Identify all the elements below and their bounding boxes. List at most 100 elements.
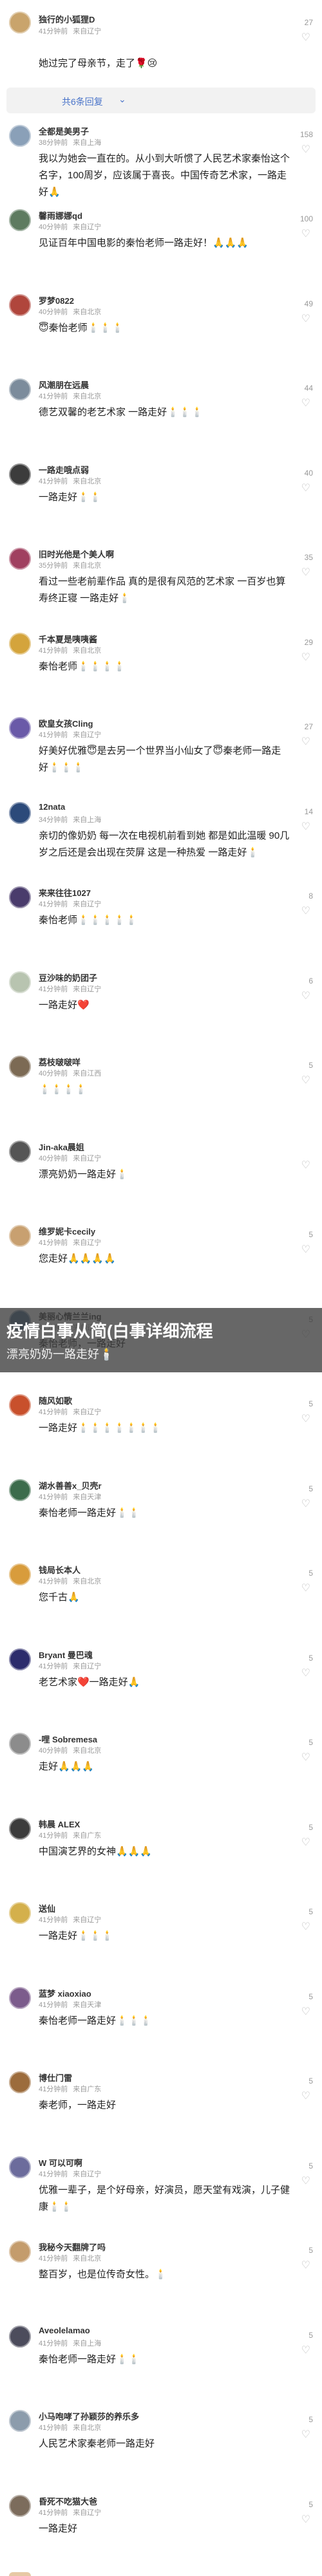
comment-meta: 41分钟前来自辽宁 <box>39 28 102 35</box>
heart-outline-icon[interactable]: ♡ <box>301 1497 310 1510</box>
heart-outline-icon[interactable]: ♡ <box>301 397 310 409</box>
commenter-name[interactable]: 独行的小狐狸D <box>39 13 95 25</box>
heart-outline-icon[interactable]: ♡ <box>301 566 310 579</box>
avatar[interactable] <box>9 633 31 655</box>
avatar[interactable] <box>9 1902 31 1924</box>
avatar[interactable] <box>9 1394 31 1416</box>
comment-text: 老艺术家❤️一路走好🙏 <box>39 1677 140 1688</box>
avatar[interactable] <box>9 2495 31 2517</box>
avatar[interactable] <box>9 2326 31 2347</box>
commenter-name[interactable]: 一路走哦点弱 <box>39 463 89 476</box>
heart-outline-icon[interactable]: ♡ <box>301 2344 310 2357</box>
show-replies-button[interactable]: 共6条回复 ⌄ <box>6 88 316 113</box>
heart-outline-icon[interactable]: ♡ <box>301 2089 310 2102</box>
avatar[interactable] <box>9 463 31 485</box>
avatar[interactable] <box>9 548 31 570</box>
comment-meta: 41分钟前来自辽宁 <box>39 1916 102 1924</box>
heart-outline-icon[interactable]: ♡ <box>301 1074 310 1087</box>
commenter-name[interactable]: 维罗妮卡cecily <box>39 1225 95 1237</box>
heart-outline-icon[interactable]: ♡ <box>301 904 310 917</box>
heart-outline-icon[interactable]: ♡ <box>301 2428 310 2441</box>
commenter-name[interactable]: 豆沙味的奶团子 <box>39 971 97 984</box>
comment-item: 豆沙味的奶团子 41分钟前 来自辽宁 一路走好❤️ 6 ♡ <box>0 964 322 1048</box>
commenter-name[interactable]: 12nata <box>39 802 65 812</box>
heart-outline-icon[interactable]: ♡ <box>301 2005 310 2018</box>
avatar[interactable] <box>9 717 31 739</box>
comment-meta: 41分钟前来自辽宁 <box>39 1663 102 1670</box>
avatar[interactable] <box>9 1225 31 1247</box>
avatar[interactable] <box>9 802 31 824</box>
heart-outline-icon[interactable]: ♡ <box>301 143 310 156</box>
commenter-name[interactable]: 我秘今天翻牌了吗 <box>39 2241 106 2253</box>
comment-meta: 41分钟前来自辽宁 <box>39 901 102 908</box>
commenter-name[interactable]: 欧皇女孩Cling <box>39 717 93 729</box>
commenter-name[interactable]: 馨雨娜娜qd <box>39 209 82 221</box>
heart-outline-icon[interactable]: ♡ <box>301 1666 310 1679</box>
avatar[interactable] <box>9 2156 31 2178</box>
heart-outline-icon[interactable]: ♡ <box>301 651 310 664</box>
avatar[interactable] <box>9 1648 31 1670</box>
comment-item: 千本夏是咦咦酱 41分钟前 来自北京 秦怡老师🕯️🕯️🕯️🕯️ 29 ♡ <box>0 625 322 709</box>
commenter-name[interactable]: 小马咆哮了孙颖莎的养乐多 <box>39 2410 139 2422</box>
heart-outline-icon[interactable]: ♡ <box>301 1159 310 1171</box>
avatar[interactable] <box>9 886 31 908</box>
avatar[interactable] <box>9 1479 31 1501</box>
avatar[interactable] <box>9 1987 31 2009</box>
commenter-name[interactable]: 博仕门雷 <box>39 2071 72 2084</box>
commenter-name[interactable]: 湖水善善x_贝壳r <box>39 1479 102 1491</box>
commenter-name[interactable]: -哩 Sobremesa <box>39 1733 97 1745</box>
ad-banner[interactable]: 疫情白事从简(白事详细流程 漂亮奶奶一路走好🕯️ <box>0 1308 322 1372</box>
commenter-name[interactable]: 韩晨 ALEX <box>39 1818 80 1830</box>
commenter-name[interactable]: 千本夏是咦咦酱 <box>39 633 97 645</box>
commenter-name[interactable]: 送仙 <box>39 1902 55 1914</box>
commenter-name[interactable]: 罗梦0822 <box>39 294 74 306</box>
commenter-name[interactable]: 风潮朋在远晨 <box>39 378 89 391</box>
avatar[interactable] <box>9 209 31 231</box>
comment-text: 德艺双馨的老艺术家 一路走好🕯️🕯️🕯️ <box>39 407 204 418</box>
heart-outline-icon[interactable]: ♡ <box>301 31 310 44</box>
avatar[interactable] <box>9 1056 31 1078</box>
avatar[interactable] <box>9 1141 31 1162</box>
commenter-name[interactable]: W 可以可啊 <box>39 2156 82 2169</box>
heart-outline-icon[interactable]: ♡ <box>301 820 310 833</box>
heart-outline-icon[interactable]: ♡ <box>301 1751 310 1764</box>
avatar[interactable] <box>9 1563 31 1585</box>
heart-outline-icon[interactable]: ♡ <box>301 2174 310 2187</box>
heart-outline-icon[interactable]: ♡ <box>301 481 310 494</box>
heart-outline-icon[interactable]: ♡ <box>301 735 310 748</box>
heart-outline-icon[interactable]: ♡ <box>301 312 310 325</box>
avatar[interactable] <box>9 125 31 147</box>
avatar[interactable] <box>9 2410 31 2432</box>
heart-outline-icon[interactable]: ♡ <box>301 2259 310 2272</box>
commenter-name[interactable]: Jin-aka晨姐 <box>39 1141 84 1153</box>
commenter-name[interactable]: 钱局长本人 <box>39 1563 80 1576</box>
commenter-name[interactable]: Aveolelamao <box>39 2326 90 2335</box>
avatar[interactable] <box>9 1818 31 1840</box>
avatar[interactable] <box>9 971 31 993</box>
commenter-name[interactable]: 来来往往1027 <box>39 886 91 899</box>
avatar[interactable] <box>9 378 31 400</box>
commenter-name[interactable]: 蓝梦 xiaoxiao <box>39 1987 91 1999</box>
heart-outline-icon[interactable]: ♡ <box>301 989 310 1002</box>
commenter-name[interactable]: Bryant 曼巴魂 <box>39 1648 93 1661</box>
commenter-name[interactable]: 荔枝啵啵咩 <box>39 1056 80 1068</box>
like-count: 49 <box>304 299 313 308</box>
commenter-name[interactable]: 昏死不吃猫大爸 <box>39 2495 97 2507</box>
heart-outline-icon[interactable]: ♡ <box>301 1582 310 1594</box>
commenter-name[interactable]: 旧时光他是个美人啊 <box>39 548 114 560</box>
heart-outline-icon[interactable]: ♡ <box>301 227 310 240</box>
comment-item: 罗梦0822 40分钟前 来自北京 😇秦怡老师🕯️🕯️🕯️ 49 ♡ <box>0 286 322 371</box>
commenter-name[interactable]: 随风如歌 <box>39 1394 72 1406</box>
comment-item: 维罗妮卡cecily 41分钟前 来自辽宁 您走好🙏🙏🙏🙏 5 ♡ <box>0 1217 322 1302</box>
heart-outline-icon[interactable]: ♡ <box>301 1412 310 1425</box>
avatar[interactable] <box>9 2071 31 2093</box>
heart-outline-icon[interactable]: ♡ <box>301 1920 310 1933</box>
avatar[interactable] <box>9 1733 31 1755</box>
avatar[interactable] <box>9 2241 31 2263</box>
heart-outline-icon[interactable]: ♡ <box>301 1243 310 1256</box>
heart-outline-icon[interactable]: ♡ <box>301 1836 310 1849</box>
avatar[interactable] <box>9 294 31 316</box>
heart-outline-icon[interactable]: ♡ <box>301 2513 310 2526</box>
avatar[interactable] <box>9 12 31 33</box>
commenter-name[interactable]: 全都是美男子 <box>39 125 89 137</box>
